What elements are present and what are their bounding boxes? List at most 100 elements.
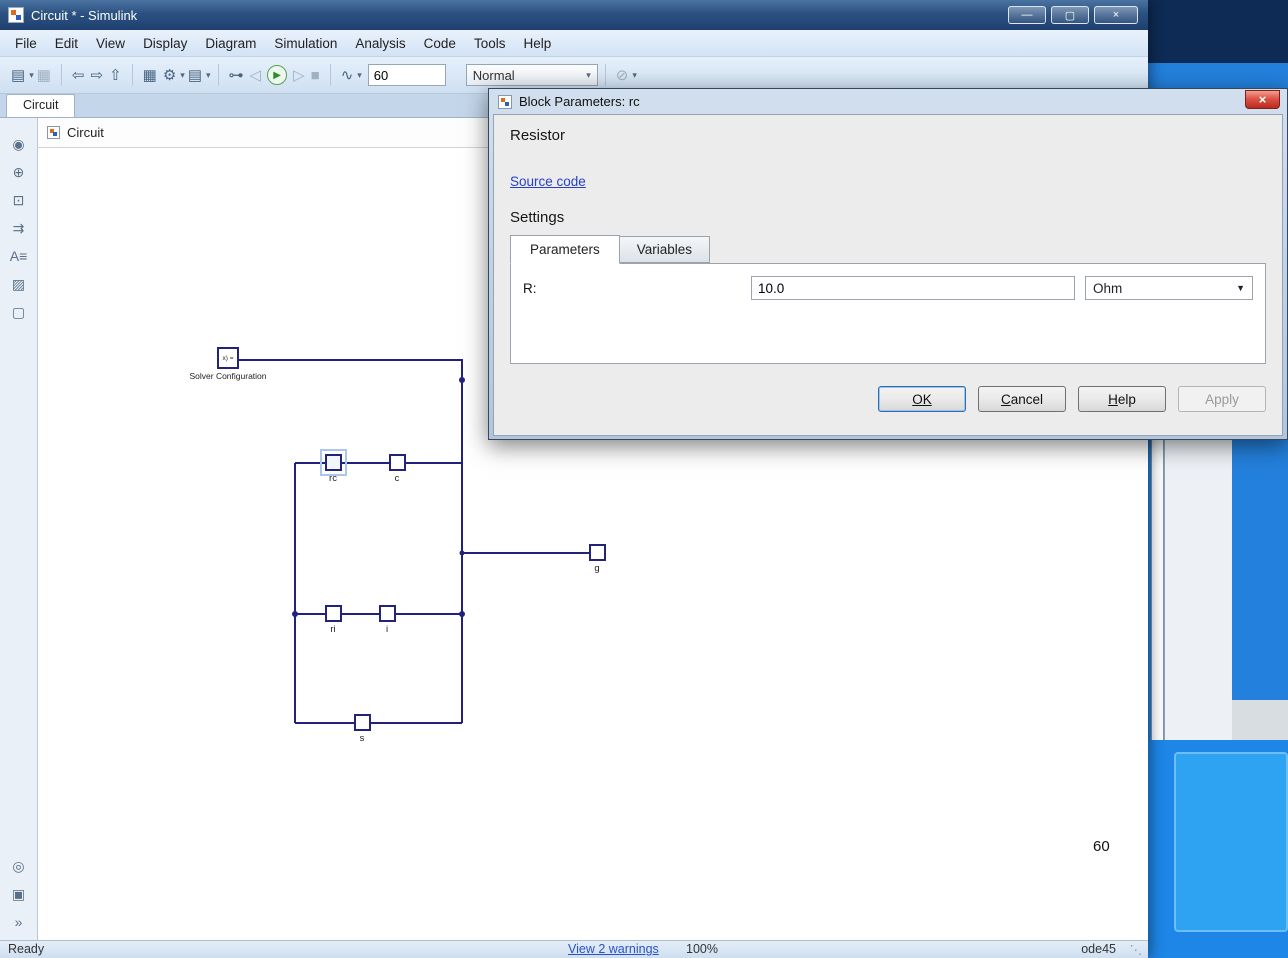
menu-help[interactable]: Help <box>514 33 560 54</box>
solver-block-glyph: x) = <box>217 347 239 369</box>
sim-stop-time-input[interactable] <box>368 64 446 86</box>
image-annotation-icon[interactable]: ▨ <box>0 270 37 298</box>
block-ri-body[interactable] <box>325 605 342 622</box>
viewmarks-icon[interactable]: ◎ <box>0 852 37 880</box>
gear-icon[interactable]: ⚙ <box>160 64 179 86</box>
shape-icon[interactable]: ▢ <box>0 298 37 326</box>
dialog-block-icon <box>498 95 512 109</box>
stop-icon[interactable]: ■ <box>308 65 323 86</box>
tab-circuit[interactable]: Circuit <box>6 94 75 117</box>
menu-bar: File Edit View Display Diagram Simulatio… <box>0 30 1148 57</box>
solver-configuration-block[interactable]: x) = Solver Configuration <box>183 347 273 381</box>
menu-analysis[interactable]: Analysis <box>346 33 414 54</box>
menu-tools[interactable]: Tools <box>465 33 515 54</box>
window-controls: — ▢ × <box>1008 6 1138 24</box>
sim-mode-combo[interactable]: Normal ▾ <box>466 64 598 86</box>
block-s-body[interactable] <box>354 714 371 731</box>
zoom-icon[interactable]: ⊕ <box>0 158 37 186</box>
block-g[interactable]: g <box>567 544 627 574</box>
build-icon[interactable]: ⊘ <box>613 64 632 86</box>
block-ri[interactable]: ri <box>303 605 363 635</box>
new-model-icon[interactable]: ▤ <box>8 64 28 86</box>
menu-display[interactable]: Display <box>134 33 196 54</box>
update-diagram-icon[interactable]: ⇉ <box>0 214 37 242</box>
menu-file[interactable]: File <box>6 33 46 54</box>
overlay-icon[interactable]: ▣ <box>0 880 37 908</box>
dialog-close-button[interactable]: × <box>1245 90 1280 109</box>
cancel-button-label: Cancel <box>1001 392 1043 407</box>
menu-edit[interactable]: Edit <box>46 33 87 54</box>
block-parameters-dialog: Block Parameters: rc × Resistor Source c… <box>488 88 1288 440</box>
block-c[interactable]: c <box>367 454 427 484</box>
resistance-input[interactable] <box>751 276 1075 300</box>
config-dropdown-icon[interactable]: ▾ <box>206 70 211 81</box>
help-button[interactable]: Help <box>1078 386 1166 412</box>
close-button[interactable]: × <box>1094 6 1138 24</box>
up-icon[interactable]: ⇧ <box>106 64 125 86</box>
warnings-link[interactable]: View 2 warnings <box>568 942 659 956</box>
simulink-app-icon <box>8 7 24 23</box>
fit-view-icon[interactable]: ⊡ <box>0 186 37 214</box>
sim-mode-value: Normal <box>473 68 515 83</box>
unit-combo[interactable]: Ohm ▼ <box>1085 276 1253 300</box>
tab-parameters[interactable]: Parameters <box>510 235 620 264</box>
source-code-link[interactable]: Source code <box>510 174 586 189</box>
block-i[interactable]: i <box>357 605 417 635</box>
block-i-label: i <box>357 624 417 635</box>
apply-button-label: Apply <box>1205 392 1239 407</box>
tab-variables[interactable]: Variables <box>620 236 710 263</box>
scope-dropdown-icon[interactable]: ▾ <box>357 70 362 81</box>
menu-code[interactable]: Code <box>415 33 465 54</box>
scope-icon[interactable]: ∿ <box>338 64 357 86</box>
apply-button: Apply <box>1178 386 1266 412</box>
block-rc-label: rc <box>303 473 363 484</box>
library-browser-icon[interactable]: ▦ <box>140 64 160 86</box>
unit-value: Ohm <box>1093 281 1122 296</box>
forward-icon[interactable]: ⇨ <box>87 64 106 86</box>
run-button[interactable]: ▶ <box>267 65 287 85</box>
link-icon[interactable]: ⊶ <box>226 64 247 86</box>
block-s[interactable]: s <box>332 714 392 744</box>
maximize-button[interactable]: ▢ <box>1051 6 1089 24</box>
step-back-icon[interactable]: ◁ <box>247 64 265 86</box>
save-icon[interactable]: ▦ <box>34 64 54 86</box>
menu-view[interactable]: View <box>87 33 134 54</box>
build-dropdown-icon[interactable]: ▾ <box>632 70 637 81</box>
dialog-title: Block Parameters: rc <box>519 94 640 109</box>
block-rc-body[interactable] <box>325 454 342 471</box>
palette-bottom-group: ◎ ▣ » <box>0 852 37 936</box>
unit-dropdown-icon: ▼ <box>1236 283 1245 293</box>
breadcrumb-model-name[interactable]: Circuit <box>67 125 104 140</box>
palette-top-group: ◉ ⊕ ⊡ ⇉ A≡ ▨ ▢ <box>0 130 37 326</box>
status-bar: Ready View 2 warnings 100% ode45 ⋱ <box>0 940 1148 958</box>
solver-block-label: Solver Configuration <box>183 371 273 381</box>
menu-diagram[interactable]: Diagram <box>196 33 265 54</box>
menu-simulation[interactable]: Simulation <box>265 33 346 54</box>
background-dark-area <box>1147 0 1288 63</box>
sim-mode-dropdown-icon: ▾ <box>586 70 591 81</box>
block-rc[interactable]: rc <box>303 454 363 484</box>
explore-icon[interactable]: ◉ <box>0 130 37 158</box>
block-ri-label: ri <box>303 624 363 635</box>
step-forward-icon[interactable]: ▷ <box>290 64 308 86</box>
ok-button[interactable]: OK <box>878 386 966 412</box>
expand-icon[interactable]: » <box>0 908 37 936</box>
block-s-label: s <box>332 733 392 744</box>
title-bar[interactable]: Circuit * - Simulink — ▢ × <box>0 0 1148 30</box>
resize-grip[interactable]: ⋱ <box>1130 942 1143 957</box>
minimize-button[interactable]: — <box>1008 6 1046 24</box>
annotation-icon[interactable]: A≡ <box>0 242 37 270</box>
back-icon[interactable]: ⇦ <box>69 64 88 86</box>
dialog-title-bar[interactable]: Block Parameters: rc <box>493 89 1283 114</box>
model-config-icon[interactable]: ▤ <box>185 64 205 86</box>
block-c-body[interactable] <box>389 454 406 471</box>
cancel-button[interactable]: Cancel <box>978 386 1066 412</box>
status-ready: Ready <box>8 942 44 956</box>
block-g-body[interactable] <box>589 544 606 561</box>
palette-sidebar: ◉ ⊕ ⊡ ⇉ A≡ ▨ ▢ ◎ ▣ » <box>0 118 38 940</box>
toolbar-separator <box>132 64 133 86</box>
ok-button-label: OK <box>912 392 932 407</box>
block-i-body[interactable] <box>379 605 396 622</box>
zoom-level: 100% <box>686 942 718 956</box>
run-icon: ▶ <box>273 70 281 81</box>
